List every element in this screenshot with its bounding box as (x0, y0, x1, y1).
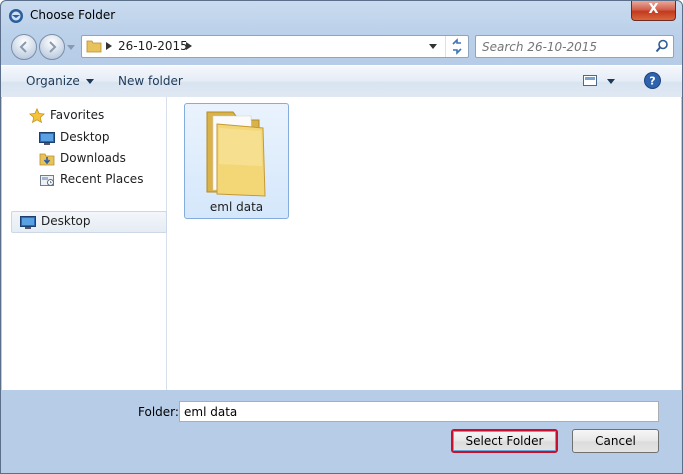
dialog-footer: Folder: Select Folder Cancel (1, 391, 682, 473)
arrow-right-icon (49, 41, 57, 53)
dialog-window: Choose Folder X 26-10-2015 Search 26-10-… (0, 0, 683, 474)
forward-button[interactable] (39, 34, 65, 60)
title-bar[interactable]: Choose Folder X (1, 1, 682, 31)
recent-pages-dropdown-icon[interactable] (67, 43, 75, 51)
refresh-icon (452, 38, 462, 55)
svg-text:?: ? (649, 75, 655, 88)
content-area: Favorites Desktop Downloads Recent Place… (2, 97, 681, 390)
address-dropdown-icon[interactable] (427, 40, 439, 53)
refresh-button[interactable] (445, 36, 468, 57)
help-icon[interactable]: ? (644, 72, 661, 89)
search-box[interactable] (475, 35, 674, 58)
search-icon[interactable] (655, 39, 669, 53)
folder-field-label: Folder: (138, 405, 179, 419)
chevron-down-icon (85, 79, 94, 84)
file-item-name: eml data (209, 200, 264, 214)
nav-item-label: Desktop (60, 130, 110, 144)
arrow-left-icon (19, 41, 27, 53)
thunderbird-icon (8, 8, 24, 24)
folder-name-input[interactable] (179, 401, 659, 422)
breadcrumb-arrow-icon[interactable] (106, 42, 112, 50)
nav-favorites-label: Favorites (50, 108, 105, 122)
breadcrumb-arrow-icon[interactable] (186, 42, 192, 50)
back-button[interactable] (11, 34, 37, 60)
star-icon (29, 108, 45, 124)
close-button[interactable]: X (631, 1, 676, 21)
select-folder-button[interactable]: Select Folder (451, 429, 558, 453)
search-input[interactable] (476, 36, 646, 57)
nav-item-label: Recent Places (60, 172, 144, 186)
command-toolbar: Organize New folder ? (1, 65, 682, 98)
desktop-icon (20, 216, 36, 229)
file-item-folder[interactable]: eml data (184, 103, 289, 219)
breadcrumb-folder[interactable]: 26-10-2015 (118, 39, 188, 53)
organize-button[interactable]: Organize (26, 74, 94, 88)
nav-item-label: Desktop (41, 214, 91, 228)
nav-item-label: Downloads (60, 151, 126, 165)
file-list-pane[interactable]: eml data (167, 97, 681, 390)
downloads-folder-icon (39, 153, 55, 166)
cancel-button[interactable]: Cancel (572, 429, 659, 453)
address-bar[interactable]: 26-10-2015 (81, 35, 469, 58)
folder-icon (86, 40, 102, 53)
close-icon: X (648, 2, 659, 17)
desktop-icon (39, 132, 55, 145)
view-options-dropdown-icon[interactable] (607, 79, 615, 84)
new-folder-button[interactable]: New folder (118, 74, 183, 88)
recent-places-icon (40, 175, 54, 186)
change-view-icon[interactable] (583, 75, 597, 86)
folder-icon (206, 111, 266, 197)
navigation-pane[interactable]: Favorites Desktop Downloads Recent Place… (2, 97, 167, 390)
navigation-bar: 26-10-2015 (1, 31, 682, 61)
organize-label: Organize (26, 74, 80, 88)
window-title: Choose Folder (30, 8, 116, 22)
